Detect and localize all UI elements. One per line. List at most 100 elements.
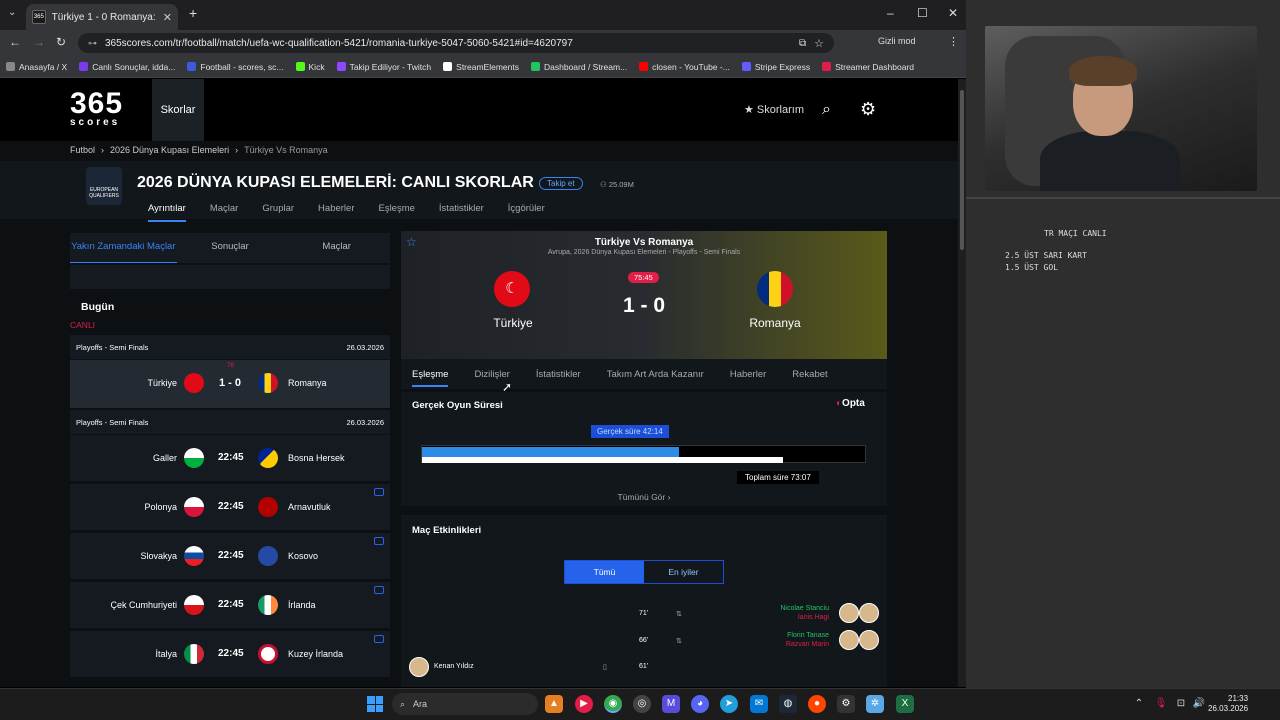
system-clock[interactable]: 21:33 26.03.2026 (1208, 694, 1248, 714)
excel-icon[interactable]: X (896, 695, 914, 713)
tab-statistics[interactable]: İstatistikler (536, 369, 581, 380)
gear-app-icon[interactable]: ✲ (866, 695, 884, 713)
browser-tab[interactable]: 365 Türkiye 1 - 0 Romanya: Maç ra ✕ (26, 4, 178, 30)
vlc-icon[interactable]: ▲ (545, 695, 563, 713)
bookmark-item[interactable]: Dashboard / Stream... (531, 62, 627, 72)
turkey-flag-icon[interactable]: ☾ (494, 271, 530, 307)
tab-details[interactable]: Ayrıntılar (148, 203, 186, 222)
player-in[interactable]: Nicolae Stanciu (774, 605, 829, 612)
my-scores-link[interactable]: ★ Skorlarım (744, 103, 804, 116)
slovakia-flag-icon (184, 546, 204, 566)
gear-icon[interactable]: ⚙ (860, 99, 876, 120)
tab-matches[interactable]: Maçlar (210, 203, 239, 222)
tab-stats[interactable]: İstatistikler (439, 203, 484, 222)
bookmark-item[interactable]: Takip Ediliyor - Twitch (336, 62, 431, 72)
breadcrumb-item[interactable]: Futbol (70, 145, 95, 155)
tab-streaks[interactable]: Takım Art Arda Kazanır (607, 369, 704, 380)
bookmark-item[interactable]: Canlı Sonuçlar, idda... (79, 62, 175, 72)
bookmark-item[interactable]: closen - YouTube -... (639, 62, 730, 72)
romania-flag-icon[interactable] (757, 271, 793, 307)
overlay-title: TR MAÇI CANLI (1044, 229, 1107, 238)
player-avatar[interactable] (839, 603, 859, 623)
match-row[interactable]: Galler 22:45 Bosna Hersek (70, 434, 390, 481)
player-avatar[interactable] (839, 630, 859, 650)
total-time-bar (422, 457, 783, 463)
breadcrumb-item[interactable]: 2026 Dünya Kupası Elemeleri (110, 145, 229, 155)
network-icon[interactable]: ⊡ (1172, 695, 1190, 713)
follow-button[interactable]: Takip et (539, 177, 583, 190)
translate-icon[interactable]: ⧉ (799, 38, 806, 49)
tab-groups[interactable]: Gruplar (262, 203, 294, 222)
media-player-icon[interactable]: ▶ (575, 695, 593, 713)
player-avatar[interactable] (409, 657, 429, 677)
player-out[interactable]: Ianis Hagi (774, 614, 829, 621)
bookmark-item[interactable]: Anasayfa / X (6, 62, 67, 72)
home-team-name[interactable]: Türkiye (461, 316, 565, 330)
chrome-icon[interactable]: ◉ (604, 695, 622, 713)
menu-kebab-icon[interactable]: ⋮ (948, 35, 959, 48)
close-tab-icon[interactable]: ✕ (163, 11, 172, 24)
chevron-up-icon[interactable]: ⌃ (1130, 695, 1148, 713)
reload-icon[interactable]: ↻ (56, 35, 66, 49)
bookmark-label: closen - YouTube -... (652, 61, 730, 72)
volume-icon[interactable]: 🔊 (1190, 695, 1208, 713)
forward-icon[interactable]: → (33, 35, 45, 49)
taskbar-search[interactable]: ⌕ Ara (392, 693, 538, 715)
discord-icon[interactable]: ◕ (691, 695, 709, 713)
site-logo[interactable]: 365 scores (70, 89, 123, 128)
player-out[interactable]: Razvan Marin (774, 641, 829, 648)
bookmark-item[interactable]: Football - scores, sc... (187, 62, 284, 72)
filter-all[interactable]: Tümü (565, 561, 644, 583)
match-row[interactable]: Polonya 22:45 Arnavutluk (70, 483, 390, 530)
match-row[interactable]: İtalya 22:45 Kuzey İrlanda (70, 630, 390, 677)
obs-icon[interactable]: ◎ (633, 695, 651, 713)
match-row[interactable]: Çek Cumhuriyeti 22:45 İrlanda (70, 581, 390, 628)
minimize-icon[interactable]: – (887, 6, 894, 20)
bookmark-star-icon[interactable]: ☆ (814, 37, 824, 50)
tab-news[interactable]: Haberler (318, 203, 354, 222)
microphone-icon[interactable]: 🎙 (1152, 695, 1170, 713)
filter-top[interactable]: En iyiler (644, 561, 723, 583)
settings-icon[interactable]: ⚙ (837, 695, 855, 713)
search-icon[interactable]: ⌕ (822, 101, 831, 119)
bookmark-item[interactable]: StreamElements (443, 62, 519, 72)
nav-scores[interactable]: Skorlar (152, 79, 204, 141)
site-info-icon[interactable]: ⊶ (88, 38, 97, 49)
bookmark-item[interactable]: Kick (295, 62, 325, 72)
tab-matchup[interactable]: Eşleşme (412, 361, 449, 387)
telegram-icon[interactable]: ➤ (720, 695, 738, 713)
streamer-dashboard-icon (822, 62, 832, 71)
tab-matchup[interactable]: Eşleşme (378, 203, 414, 222)
tab-recent-matches[interactable]: Yakın Zamandaki Maçlar (70, 233, 177, 263)
incognito-label[interactable]: Gizli mod (878, 36, 916, 46)
match-row[interactable]: Slovakya 22:45 Kosovo (70, 532, 390, 579)
tab-results[interactable]: Sonuçlar (177, 233, 284, 263)
tab-list-chevron-icon[interactable]: ⌄ (8, 7, 16, 18)
player-avatar[interactable] (859, 630, 879, 650)
tab-fixtures[interactable]: Maçlar (283, 233, 390, 263)
steam-icon[interactable]: ◍ (779, 695, 797, 713)
player-name[interactable]: Kenan Yıldız (434, 663, 474, 670)
m-app-icon[interactable]: M (662, 695, 680, 713)
close-window-icon[interactable]: ✕ (948, 6, 958, 20)
see-all-link[interactable]: Tümünü Gör › (401, 492, 887, 502)
live-minute: 76' (227, 363, 235, 369)
away-team-name[interactable]: Romanya (723, 316, 827, 330)
bookmark-item[interactable]: Stripe Express (741, 62, 810, 72)
back-icon[interactable]: ← (9, 35, 21, 49)
mail-icon[interactable]: ✉ (750, 695, 768, 713)
tab-h2h[interactable]: Rekabet (792, 369, 827, 380)
app-icon[interactable]: ● (808, 695, 826, 713)
scrollbar-thumb[interactable] (960, 90, 964, 250)
tab-lineups[interactable]: Dizilişler (474, 369, 509, 380)
live-match-row[interactable]: 76' Türkiye 1 - 0 Romanya (70, 359, 390, 408)
bookmark-item[interactable]: Streamer Dashboard (822, 62, 914, 72)
player-avatar[interactable] (859, 603, 879, 623)
new-tab-icon[interactable]: + (189, 5, 197, 21)
windows-start-icon[interactable] (367, 696, 383, 712)
maximize-icon[interactable]: ☐ (917, 6, 928, 20)
omnibox[interactable]: ⊶ 365scores.com/tr/football/match/uefa-w… (78, 33, 834, 53)
player-in[interactable]: Florin Tanase (774, 632, 829, 639)
tab-insights[interactable]: İçgörüler (508, 203, 545, 222)
tab-news[interactable]: Haberler (730, 369, 766, 380)
